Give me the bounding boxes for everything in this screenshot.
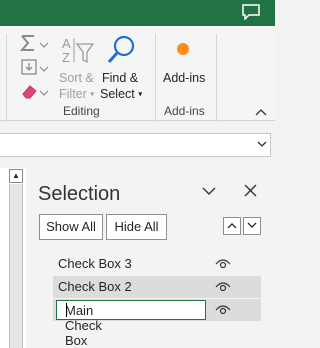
rename-input[interactable]: Main Check Box bbox=[56, 300, 206, 348]
chevron-up-icon bbox=[227, 223, 237, 229]
ribbon-separator bbox=[155, 34, 156, 122]
ribbon-separator bbox=[216, 34, 217, 122]
formula-input[interactable] bbox=[0, 133, 271, 157]
svg-text:Z: Z bbox=[62, 50, 70, 65]
collapse-ribbon-icon[interactable] bbox=[255, 108, 267, 116]
visibility-eye-icon[interactable] bbox=[215, 280, 231, 292]
list-item[interactable]: Check Box 2 bbox=[53, 276, 261, 298]
clear-eraser-icon[interactable] bbox=[20, 82, 50, 100]
add-ins-label[interactable]: Add-ins bbox=[163, 70, 205, 86]
find-magnifier-icon[interactable] bbox=[105, 34, 137, 66]
find-select-label-line2[interactable]: Select ▾ bbox=[100, 86, 142, 103]
list-item[interactable]: Main Check Box bbox=[53, 299, 261, 348]
sort-filter-label-line2[interactable]: Filter ▾ bbox=[59, 86, 94, 103]
item-label: Check Box 3 bbox=[58, 256, 132, 271]
comments-icon[interactable] bbox=[242, 4, 260, 20]
sort-filter-label-line1[interactable]: Sort & bbox=[59, 70, 94, 86]
sort-filter-icon[interactable]: A Z bbox=[60, 34, 94, 66]
chevron-down-icon: ▾ bbox=[138, 89, 143, 99]
vertical-scrollbar[interactable] bbox=[9, 184, 23, 348]
show-all-button[interactable]: Show All bbox=[39, 214, 103, 240]
svg-text:A: A bbox=[62, 36, 71, 51]
scroll-up-arrow-icon[interactable]: ▲ bbox=[9, 169, 23, 183]
group-label-editing: Editing bbox=[63, 104, 100, 118]
autosum-icon[interactable] bbox=[20, 34, 50, 52]
add-ins-icon[interactable] bbox=[176, 42, 190, 56]
title-bar bbox=[0, 0, 275, 26]
find-select-label-line1[interactable]: Find & bbox=[102, 70, 138, 86]
group-label-add-ins: Add-ins bbox=[164, 104, 205, 118]
visibility-eye-icon[interactable] bbox=[215, 303, 231, 315]
list-item[interactable]: Check Box 3 bbox=[53, 253, 261, 275]
text-cursor bbox=[66, 303, 67, 317]
chevron-down-icon bbox=[247, 222, 257, 228]
pane-options-chevron-icon[interactable] bbox=[202, 187, 216, 196]
expand-formula-bar-icon[interactable] bbox=[257, 141, 267, 148]
visibility-eye-icon[interactable] bbox=[215, 257, 231, 269]
send-backward-button[interactable] bbox=[243, 217, 261, 235]
fill-icon[interactable] bbox=[20, 58, 50, 76]
bring-forward-button[interactable] bbox=[223, 217, 241, 235]
chevron-down-icon: ▾ bbox=[90, 89, 95, 99]
hide-all-button[interactable]: Hide All bbox=[106, 214, 167, 240]
ribbon-separator bbox=[6, 34, 7, 122]
pane-title: Selection bbox=[38, 183, 121, 205]
item-label: Check Box 2 bbox=[58, 279, 132, 294]
close-icon[interactable] bbox=[244, 184, 257, 197]
